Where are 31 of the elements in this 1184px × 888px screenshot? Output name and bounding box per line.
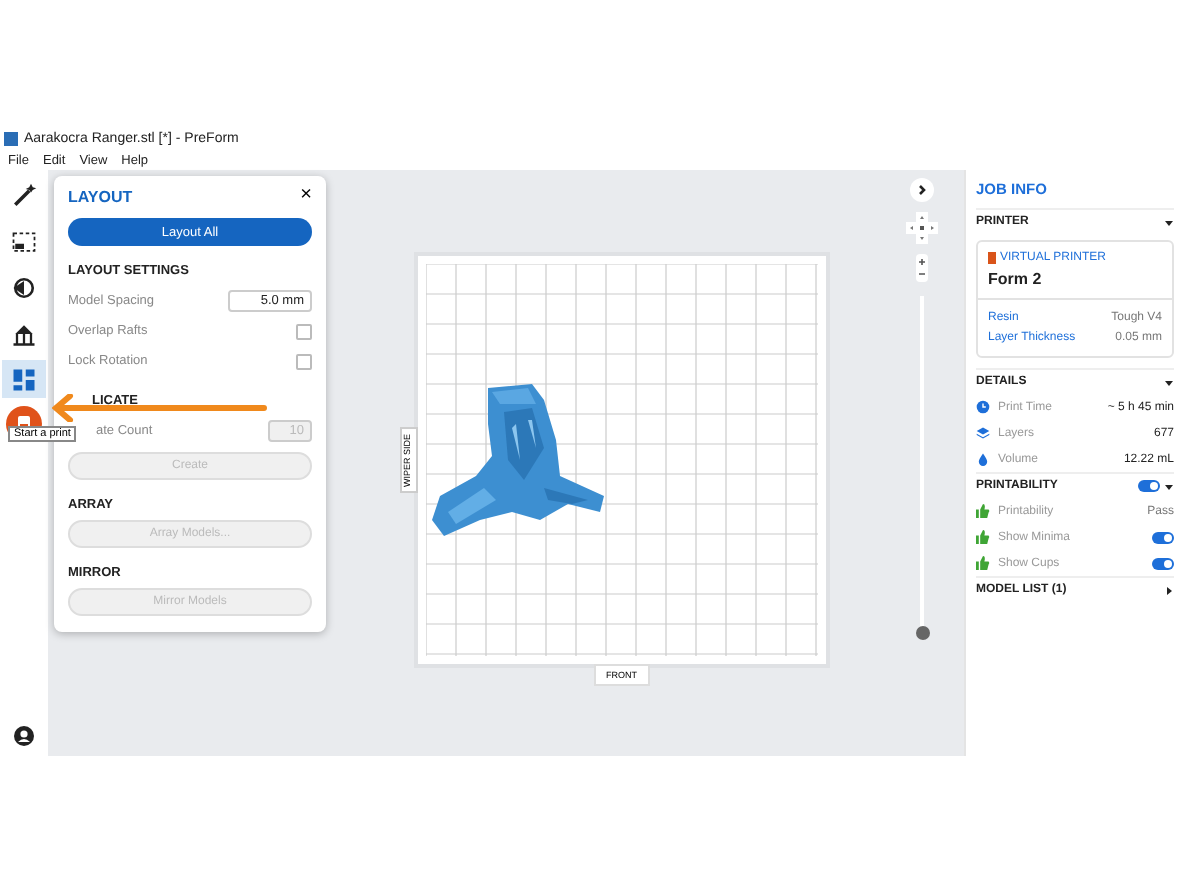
thumbs-up-icon — [976, 504, 990, 518]
selection-icon — [10, 227, 38, 255]
pan-control-icon[interactable] — [906, 212, 938, 244]
wand-icon — [10, 181, 38, 209]
chevron-icon — [916, 184, 928, 196]
caret-icon[interactable] — [1164, 217, 1174, 227]
caret-icon[interactable] — [1164, 377, 1174, 387]
thumbs-up-icon — [976, 556, 990, 570]
caret-icon[interactable] — [1164, 481, 1174, 491]
caret-icon[interactable] — [1164, 585, 1174, 595]
printer-name: Form 2 — [988, 270, 1044, 288]
user-icon[interactable] — [14, 726, 34, 746]
thumbs-up-icon — [976, 530, 990, 544]
layout-icon — [10, 365, 38, 393]
layers-icon — [976, 426, 990, 440]
toggle-switch[interactable] — [1138, 480, 1160, 492]
printer-icon — [988, 252, 996, 264]
toggle-switch[interactable] — [1152, 557, 1174, 569]
rotate-icon — [10, 273, 38, 301]
arrow-icon — [52, 394, 268, 422]
panel-title: LAYOUT — [68, 187, 133, 205]
checkbox[interactable] — [296, 323, 312, 339]
app-icon — [4, 131, 18, 145]
toggle-switch[interactable] — [1152, 531, 1174, 543]
expand-button[interactable] — [910, 178, 934, 202]
clock-icon — [976, 400, 990, 414]
checkbox[interactable] — [296, 353, 312, 369]
slider-thumb[interactable] — [915, 626, 929, 640]
close-button[interactable]: × — [300, 186, 312, 206]
zoom-control-icon[interactable] — [916, 254, 928, 282]
volume-icon — [976, 452, 990, 466]
